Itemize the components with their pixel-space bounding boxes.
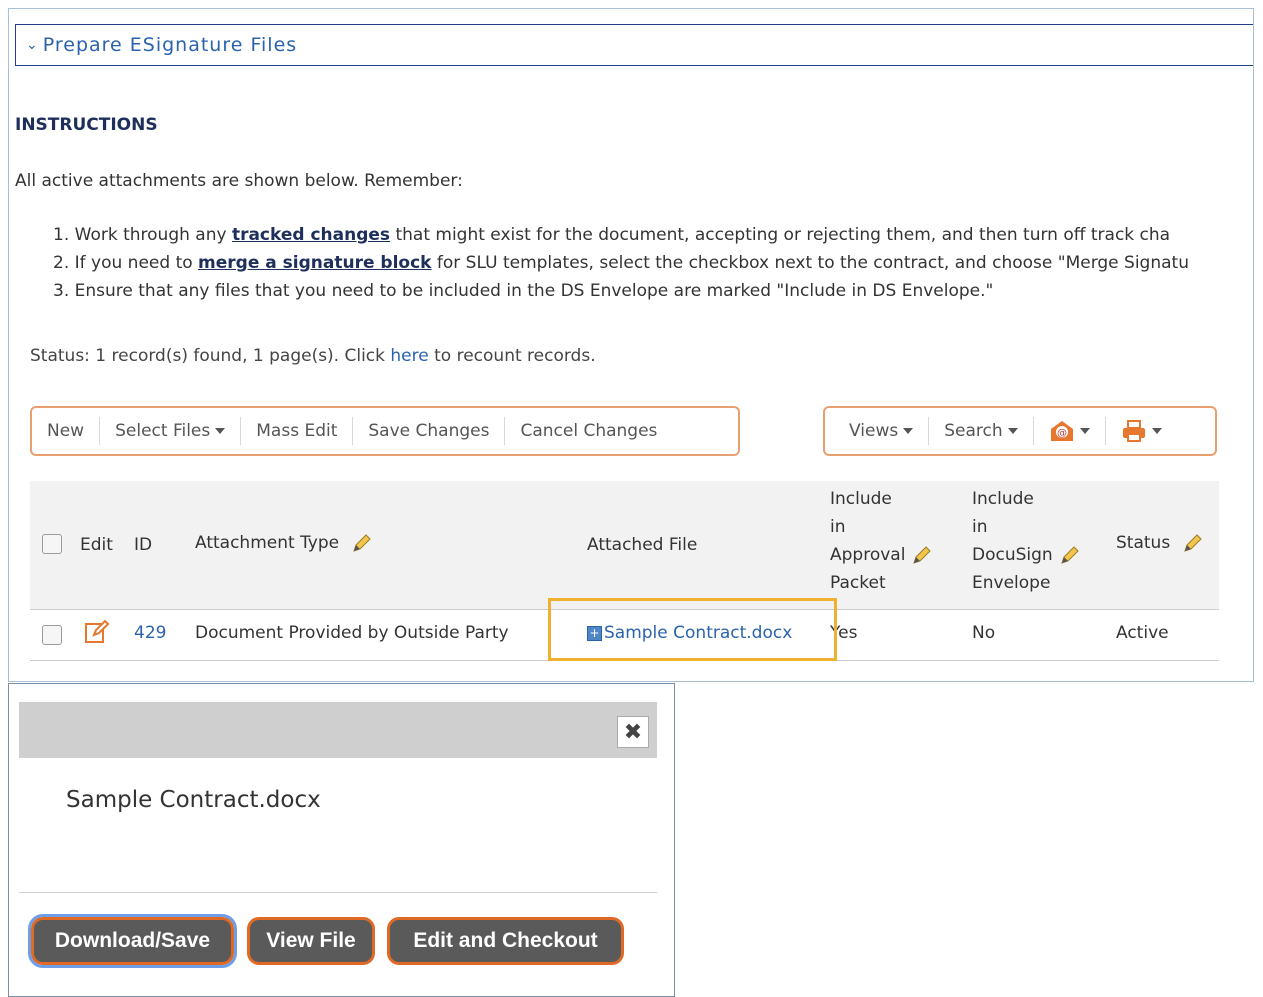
file-popup: ✖ Sample Contract.docx Download/Save Vie… <box>8 683 675 997</box>
step-2: 2. If you need to merge a signature bloc… <box>53 253 1189 273</box>
svg-text:@: @ <box>1057 428 1067 439</box>
step-3: 3. Ensure that any files that you need t… <box>53 281 994 301</box>
toolbar-right: Views Search @ <box>823 406 1217 456</box>
section-header[interactable]: ⌄ Prepare ESignature Files <box>15 24 1253 66</box>
download-save-button[interactable]: Download/Save <box>28 914 237 968</box>
pencil-icon <box>913 546 932 564</box>
row-checkbox[interactable] <box>42 625 62 645</box>
popup-divider <box>19 892 657 893</box>
caret-down-icon <box>903 428 914 434</box>
header-include-approval[interactable]: Include in Approval Packet <box>830 485 933 597</box>
section-title: Prepare ESignature Files <box>42 34 298 56</box>
status-text: Status: 1 record(s) found, 1 page(s). Cl… <box>30 346 596 366</box>
caret-down-icon <box>1151 428 1162 434</box>
caret-down-icon <box>1079 428 1090 434</box>
instructions-title: INSTRUCTIONS <box>15 115 158 135</box>
search-button[interactable]: Search <box>929 417 1034 445</box>
recount-here-link[interactable]: here <box>390 346 428 366</box>
views-button[interactable]: Views <box>825 417 930 445</box>
popup-titlebar: ✖ <box>19 702 657 758</box>
instructions-steps: 1. Work through any tracked changes that… <box>53 221 1189 305</box>
cell-status[interactable]: Active <box>1116 623 1169 643</box>
pencil-icon <box>1060 546 1079 564</box>
instructions-intro: All active attachments are shown below. … <box>15 171 463 191</box>
email-icon: @ <box>1050 421 1073 441</box>
edit-checkout-button[interactable]: Edit and Checkout <box>387 917 624 965</box>
pencil-icon <box>1183 534 1202 552</box>
cell-attachment-type: Document Provided by Outside Party <box>195 623 509 643</box>
popup-file-name: Sample Contract.docx <box>66 787 321 813</box>
grid-header: Edit ID Attachment Type Attached File In… <box>30 481 1219 609</box>
tracked-changes-link[interactable]: tracked changes <box>232 225 390 245</box>
prepare-esignature-panel: ⌄ Prepare ESignature Files INSTRUCTIONS … <box>8 8 1254 682</box>
caret-down-icon <box>1007 428 1018 434</box>
select-all-checkbox[interactable] <box>42 534 62 554</box>
toolbar-left: New Select Files Mass Edit Save Changes … <box>30 406 740 456</box>
header-id: ID <box>134 535 153 555</box>
close-icon: ✖ <box>623 719 643 745</box>
save-changes-button[interactable]: Save Changes <box>353 417 506 445</box>
chevron-down-icon: ⌄ <box>26 37 39 53</box>
pencil-icon <box>352 534 371 552</box>
cancel-changes-button[interactable]: Cancel Changes <box>505 417 672 445</box>
email-button[interactable]: @ <box>1034 417 1106 445</box>
close-button[interactable]: ✖ <box>617 716 649 748</box>
cell-include-docusign[interactable]: No <box>972 623 995 643</box>
header-attachment-type[interactable]: Attachment Type <box>195 529 373 557</box>
attached-file-highlight <box>548 598 837 661</box>
mass-edit-button[interactable]: Mass Edit <box>241 417 354 445</box>
caret-down-icon <box>215 428 226 434</box>
view-file-button[interactable]: View File <box>247 917 375 965</box>
header-status[interactable]: Status <box>1116 529 1204 557</box>
merge-signature-block-link[interactable]: merge a signature block <box>198 253 431 273</box>
record-id-link[interactable]: 429 <box>134 623 166 643</box>
new-button[interactable]: New <box>32 417 101 445</box>
print-button[interactable] <box>1106 417 1177 445</box>
select-files-button[interactable]: Select Files <box>100 417 242 445</box>
header-edit: Edit <box>80 535 113 555</box>
edit-record-icon[interactable] <box>84 619 110 645</box>
printer-icon <box>1122 420 1145 442</box>
header-attached-file: Attached File <box>587 535 698 555</box>
header-include-docusign[interactable]: Include in DocuSign Envelope <box>972 485 1081 597</box>
step-1: 1. Work through any tracked changes that… <box>53 225 1171 245</box>
